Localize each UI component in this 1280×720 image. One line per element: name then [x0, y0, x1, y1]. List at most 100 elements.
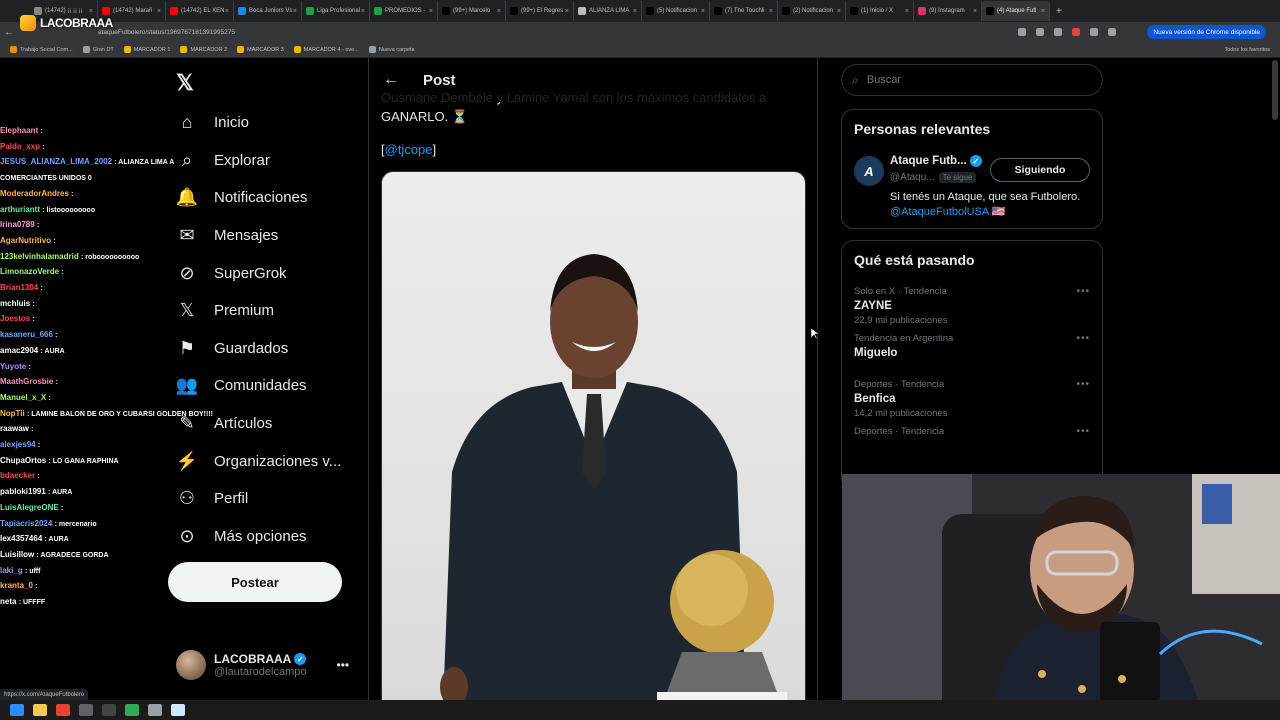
chrome-alt-icon[interactable] — [125, 704, 139, 716]
zoom-icon[interactable] — [1036, 28, 1044, 36]
cast-icon[interactable] — [1018, 28, 1026, 36]
bookmark-item[interactable]: MARCADOR 2 — [180, 46, 227, 53]
more-icon[interactable]: ••• — [1076, 379, 1090, 390]
browser-tab[interactable]: Boca Juniors Vs × — [234, 1, 302, 21]
tab-close-icon[interactable]: × — [1041, 8, 1045, 15]
trend-item[interactable]: Solo en X · Tendencia ZAYNE 22,9 mil publi… — [842, 282, 1102, 329]
browser-tab[interactable]: (14742) EL XEN × — [166, 1, 234, 21]
profile-icon[interactable] — [1108, 28, 1116, 36]
tab-close-icon[interactable]: × — [837, 8, 841, 15]
chat-username[interactable]: ModeradorAndres — [0, 189, 69, 198]
tab-close-icon[interactable]: × — [769, 8, 773, 15]
chrome-update-button[interactable]: Nueva versión de Chrome disponible — [1147, 25, 1266, 39]
account-switcher[interactable]: LACOBRAAA ✓ @lautarodelcampo ••• — [176, 650, 356, 680]
relevant-name-row[interactable]: Ataque Futb... ✓ — [890, 155, 982, 167]
tab-close-icon[interactable]: × — [225, 8, 229, 15]
browser-tab[interactable]: (4) Ataque Futl × — [982, 1, 1050, 21]
tool-icon[interactable] — [148, 704, 162, 716]
post-image[interactable] — [381, 171, 806, 720]
browser-tab[interactable]: (99+) El Regres × — [506, 1, 574, 21]
chat-username[interactable]: laki_g — [0, 566, 23, 575]
chat-username[interactable]: Elephaant — [0, 126, 38, 135]
back-arrow-icon[interactable]: ← — [0, 27, 18, 38]
chat-username[interactable]: neta — [0, 597, 16, 606]
folder-icon[interactable] — [33, 704, 47, 716]
chat-username[interactable]: ChupaOrtos — [0, 456, 46, 465]
extension-icon[interactable] — [1090, 28, 1098, 36]
bio-link[interactable]: @AtaqueFutbolUSA — [890, 206, 989, 218]
browser-tab[interactable]: ALIANZA LIMA × — [574, 1, 642, 21]
chat-username[interactable]: amac2904 — [0, 346, 38, 355]
bookmark-item[interactable]: Trabajo Social Com... — [10, 46, 73, 53]
bookmark-item[interactable]: Gran DT — [82, 46, 114, 53]
new-tab-icon[interactable]: + — [1056, 6, 1062, 17]
tab-close-icon[interactable]: × — [157, 8, 161, 15]
chat-username[interactable]: Irina0789 — [0, 220, 35, 229]
chat-username[interactable]: raawaw — [0, 424, 29, 433]
tab-close-icon[interactable]: × — [293, 8, 297, 15]
chat-username[interactable]: lex4357464 — [0, 534, 42, 543]
chat-username[interactable]: Manuel_x_X — [0, 393, 46, 402]
tab-close-icon[interactable]: × — [497, 8, 501, 15]
search-input[interactable]: ⌕ Buscar — [841, 64, 1103, 96]
trend-item[interactable]: Tendencia en Argentina Miguelo ••• — [842, 329, 1102, 375]
tab-close-icon[interactable]: × — [905, 8, 909, 15]
all-bookmarks-button[interactable]: Todos los favoritos — [1224, 47, 1270, 53]
obs-icon[interactable] — [102, 704, 116, 716]
chat-username[interactable]: Joestos — [0, 314, 30, 323]
more-icon[interactable]: ••• — [1076, 426, 1090, 437]
chat-username[interactable]: pabloki1991 — [0, 487, 46, 496]
browser-tab[interactable]: (2) Notificacion × — [778, 1, 846, 21]
chat-username[interactable]: kasaneru_666 — [0, 330, 53, 339]
chat-username[interactable]: Paldo_xxp — [0, 142, 40, 151]
app-icon[interactable] — [79, 704, 93, 716]
browser-tab[interactable]: (7) The Touchli × — [710, 1, 778, 21]
chat-username[interactable]: arthuriantt — [0, 205, 40, 214]
chat-username[interactable]: mchluis — [0, 299, 30, 308]
avatar[interactable]: A — [854, 156, 884, 186]
browser-tab[interactable]: PROMEDIOS - × — [370, 1, 438, 21]
chat-username[interactable]: alexjes94 — [0, 440, 36, 449]
chat-username[interactable]: NopTii — [0, 409, 25, 418]
chat-username[interactable]: LuisAlegreONE — [0, 503, 59, 512]
mention-link[interactable]: @tjcope — [385, 142, 433, 157]
chat-username[interactable]: Luisillow — [0, 550, 34, 559]
browser-tab[interactable]: (5) Notificacion × — [642, 1, 710, 21]
chat-username[interactable]: Yuyote — [0, 362, 26, 371]
chat-username[interactable]: bdaecker — [0, 471, 35, 480]
chat-username[interactable]: Brian1304 — [0, 283, 38, 292]
scrollbar[interactable] — [1272, 60, 1278, 120]
trend-item[interactable]: Deportes · Tendencia ••• — [842, 422, 1102, 468]
chrome-icon[interactable] — [56, 704, 70, 716]
more-icon[interactable]: ••• — [1076, 333, 1090, 344]
chat-username[interactable]: AgarNutritivo — [0, 236, 51, 245]
browser-tab[interactable]: (9) Instagram × — [914, 1, 982, 21]
browser-tab[interactable]: (1) Inicio / X × — [846, 1, 914, 21]
more-icon[interactable]: ••• — [1076, 286, 1090, 297]
chat-username[interactable]: LimonazoVerde — [0, 267, 59, 276]
chat-username[interactable]: MaathGrosbie — [0, 377, 53, 386]
tab-close-icon[interactable]: × — [565, 8, 569, 15]
trend-item[interactable]: Deportes · Tendencia Benfica 14,2 mil publ… — [842, 375, 1102, 422]
tab-close-icon[interactable]: × — [633, 8, 637, 15]
bookmark-item[interactable]: MARCADOR 3 — [237, 46, 284, 53]
tab-close-icon[interactable]: × — [701, 8, 705, 15]
notes-icon[interactable] — [171, 704, 185, 716]
tab-close-icon[interactable]: × — [973, 8, 977, 15]
url-field[interactable]: ataqueFutbolero/status/19697671813919952… — [98, 25, 998, 39]
bookmark-item[interactable]: MARCADOR 1 — [123, 46, 170, 53]
windows-icon[interactable] — [10, 704, 24, 716]
chat-username[interactable]: Tapiacris2024 — [0, 519, 52, 528]
bookmark-item[interactable]: Nueva carpeta — [368, 46, 415, 53]
tab-close-icon[interactable]: × — [429, 8, 433, 15]
chat-username[interactable]: kranta_0 — [0, 581, 33, 590]
chat-username[interactable]: JESUS_ALIANZA_LIMA_2002 — [0, 157, 112, 166]
extension-icon[interactable] — [1072, 28, 1080, 36]
x-logo-icon[interactable]: 𝕏 — [176, 70, 194, 96]
following-button[interactable]: Siguiendo — [990, 158, 1090, 182]
more-icon[interactable]: ••• — [337, 658, 350, 672]
chat-username[interactable]: 123kelvinhalamadrid — [0, 252, 79, 261]
back-icon[interactable]: ← — [383, 71, 399, 89]
star-icon[interactable] — [1054, 28, 1062, 36]
bookmark-item[interactable]: MARCADOR 4 - ove... — [293, 46, 359, 53]
